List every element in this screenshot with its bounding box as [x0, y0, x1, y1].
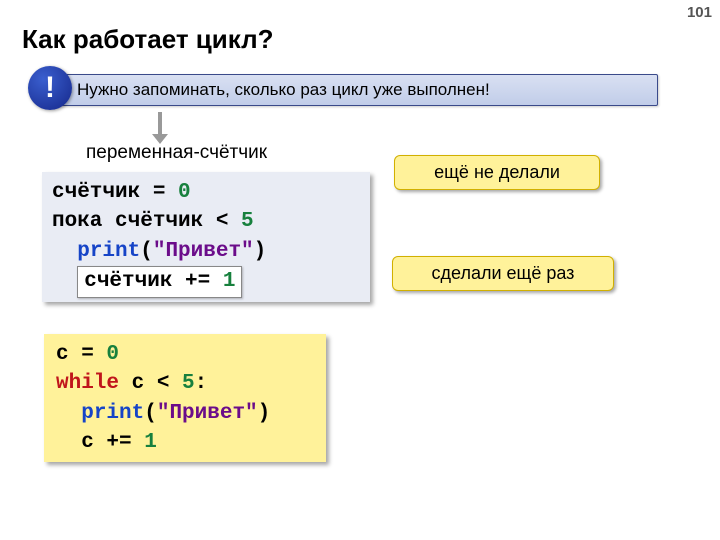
py-l3-fn: print	[81, 402, 144, 425]
py-l2-num: 5	[182, 372, 195, 395]
slide-title: Как работает цикл?	[22, 24, 273, 55]
py-line-3: print("Привет")	[56, 399, 314, 428]
py-l3-paren-close: )	[258, 402, 271, 425]
py-l2-cond: c <	[119, 372, 182, 395]
py-l3-str: "Привет"	[157, 402, 258, 425]
py-l1-num: 0	[106, 343, 119, 366]
pseudo-l1-text: счётчик =	[52, 181, 178, 204]
note-bar: Нужно запоминать, сколько раз цикл уже в…	[52, 74, 658, 106]
py-line-2: while c < 5:	[56, 369, 314, 398]
pseudo-l3-fn: print	[77, 240, 140, 263]
pseudo-l4-text: счётчик +=	[84, 270, 223, 293]
py-line-1: c = 0	[56, 340, 314, 369]
pseudo-line-3: print("Привет")	[52, 237, 360, 266]
pseudo-l3-str: "Привет"	[153, 240, 254, 263]
py-l2-colon: :	[195, 372, 208, 395]
py-l3-paren-open: (	[144, 402, 157, 425]
arrow-down-icon	[158, 112, 162, 136]
pseudo-l2-text: пока счётчик <	[52, 210, 241, 233]
py-line-4: c += 1	[56, 428, 314, 457]
callout-done-once-more: сделали ещё раз	[392, 256, 614, 291]
pseudo-line-1: счётчик = 0	[52, 178, 360, 207]
pseudo-l4-highlight: счётчик += 1	[77, 266, 242, 297]
pseudo-l4-num: 1	[223, 270, 236, 293]
exclamation-badge: !	[28, 66, 72, 110]
py-l4-num: 1	[144, 431, 157, 454]
pseudocode-block: счётчик = 0 пока счётчик < 5 print("Прив…	[42, 172, 370, 302]
pseudo-l2-num: 5	[241, 210, 254, 233]
py-l1-eq: =	[69, 343, 107, 366]
py-l4-op: +=	[94, 431, 144, 454]
python-code-block: c = 0 while c < 5: print("Привет") c += …	[44, 334, 326, 462]
pseudo-l1-num: 0	[178, 181, 191, 204]
note-text: Нужно запоминать, сколько раз цикл уже в…	[77, 80, 490, 100]
py-l2-kw: while	[56, 372, 119, 395]
pseudo-l3-paren-close: )	[254, 240, 267, 263]
py-l1-var: c	[56, 343, 69, 366]
pseudo-l3-paren-open: (	[140, 240, 153, 263]
pseudo-line-4: счётчик += 1	[52, 266, 360, 297]
py-l4-var: c	[81, 431, 94, 454]
pseudo-line-2: пока счётчик < 5	[52, 207, 360, 236]
page-number: 101	[687, 4, 712, 21]
counter-variable-label: переменная-счётчик	[86, 142, 267, 164]
callout-not-done-yet: ещё не делали	[394, 155, 600, 190]
